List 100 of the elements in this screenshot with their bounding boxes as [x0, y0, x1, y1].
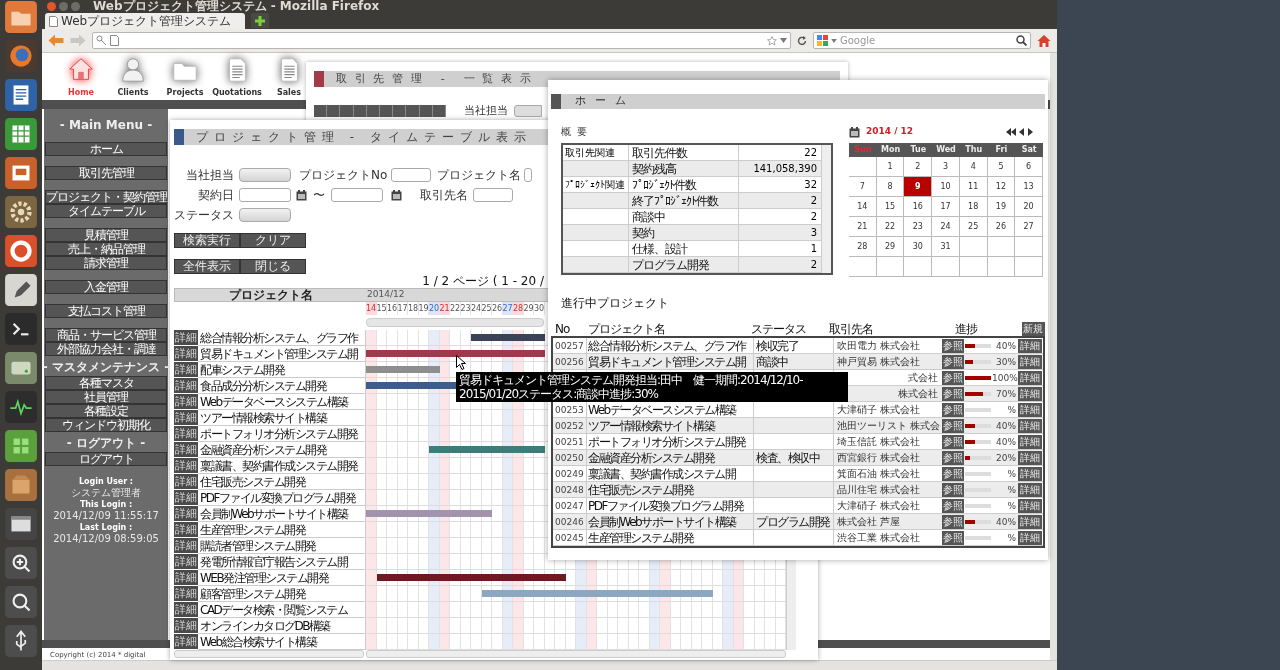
calendar-icon[interactable]: [296, 189, 307, 201]
action-button[interactable]: クリア: [240, 233, 306, 248]
box-icon[interactable]: [4, 468, 38, 502]
reference-button[interactable]: 参照: [942, 434, 964, 449]
detail-button[interactable]: 詳細: [1018, 434, 1042, 449]
browser-tab[interactable]: Webプロジェクト管理システム: [45, 13, 245, 29]
detail-button[interactable]: 詳細: [1018, 418, 1042, 433]
detail-button[interactable]: 詳細: [174, 522, 198, 537]
google-icon[interactable]: [817, 35, 828, 46]
detail-button[interactable]: 詳細: [174, 602, 198, 617]
scrollbar[interactable]: [366, 650, 786, 658]
calendar-day[interactable]: 26: [987, 217, 1016, 237]
home-icon[interactable]: [1037, 33, 1051, 48]
select-field[interactable]: [239, 168, 291, 182]
detail-button[interactable]: 詳細: [174, 426, 198, 441]
reference-button[interactable]: 参照: [942, 466, 964, 481]
menu-button[interactable]: ログアウト: [45, 452, 167, 466]
calendar-day[interactable]: 2: [904, 157, 933, 177]
gear-icon[interactable]: [4, 195, 38, 229]
dropdown-icon[interactable]: [780, 38, 787, 43]
input-field[interactable]: [391, 168, 432, 182]
calendar-day[interactable]: 12: [987, 177, 1016, 197]
menu-button[interactable]: 売上・納品管理: [45, 242, 167, 256]
calendar-day[interactable]: 15: [876, 197, 905, 217]
close-icon[interactable]: [47, 1, 56, 11]
calendar-day[interactable]: 31: [932, 237, 960, 257]
detail-button[interactable]: 詳細: [1018, 482, 1042, 497]
detail-button[interactable]: 詳細: [174, 330, 198, 345]
detail-button[interactable]: 詳細: [174, 618, 198, 633]
calendar-day[interactable]: 10: [932, 177, 960, 197]
action-button[interactable]: 検索実行: [174, 233, 240, 248]
reference-button[interactable]: 参照: [942, 338, 964, 353]
detail-button[interactable]: 詳細: [174, 538, 198, 553]
usb-icon[interactable]: [4, 624, 38, 658]
left-arrow-icon[interactable]: [1019, 128, 1024, 136]
menu-button[interactable]: 各種マスタ: [45, 376, 167, 390]
detail-button[interactable]: 詳細: [174, 474, 198, 489]
new-button[interactable]: 新規: [1021, 322, 1045, 336]
minimize-icon[interactable]: [59, 1, 68, 11]
document-icon[interactable]: [4, 78, 38, 112]
ring-icon[interactable]: [4, 234, 38, 268]
action-button[interactable]: 閉じる: [240, 259, 306, 274]
select-field[interactable]: [239, 208, 291, 222]
reference-button[interactable]: 参照: [942, 354, 964, 369]
detail-button[interactable]: 詳細: [174, 586, 198, 601]
scrollbar[interactable]: [1050, 53, 1057, 660]
reference-button[interactable]: 参照: [942, 498, 964, 513]
calendar-day[interactable]: 8: [876, 177, 905, 197]
pencil-icon[interactable]: [4, 273, 38, 307]
calendar-day[interactable]: 7: [849, 177, 877, 197]
detail-button[interactable]: 詳細: [174, 394, 198, 409]
menu-button[interactable]: 請求管理: [45, 256, 167, 270]
calendar-day[interactable]: 1: [876, 157, 905, 177]
detail-button[interactable]: 詳細: [174, 410, 198, 425]
calendar-day[interactable]: 25: [959, 217, 988, 237]
input-field[interactable]: [524, 168, 533, 182]
calendar-day[interactable]: 4: [959, 157, 988, 177]
calendar-day[interactable]: 19: [987, 197, 1016, 217]
search-icon[interactable]: [1016, 35, 1027, 46]
calendar-day[interactable]: 16: [904, 197, 933, 217]
reference-button[interactable]: 参照: [942, 386, 964, 401]
calendar-day[interactable]: 30: [904, 237, 933, 257]
terminal-icon[interactable]: [4, 312, 38, 346]
detail-button[interactable]: 詳細: [1018, 370, 1042, 385]
calendar-day[interactable]: 18: [959, 197, 988, 217]
menu-button[interactable]: ウィンドウ初期化: [45, 418, 167, 432]
detail-button[interactable]: 詳細: [174, 490, 198, 505]
puzzle-icon[interactable]: [4, 429, 38, 463]
detail-button[interactable]: 詳細: [174, 362, 198, 377]
input-field[interactable]: [239, 188, 291, 202]
calendar-day[interactable]: 6: [1015, 157, 1043, 177]
calendar-day[interactable]: 28: [849, 237, 877, 257]
reference-button[interactable]: 参照: [942, 530, 964, 545]
scrollbar[interactable]: [366, 318, 544, 327]
detail-button[interactable]: 詳細: [174, 570, 198, 585]
calendar-day[interactable]: 11: [959, 177, 988, 197]
spreadsheet-icon[interactable]: [4, 117, 38, 151]
calendar-day[interactable]: 17: [932, 197, 960, 217]
detail-button[interactable]: 詳細: [1018, 530, 1042, 545]
detail-button[interactable]: 詳細: [1018, 386, 1042, 401]
menu-button[interactable]: 支払コスト管理: [45, 304, 167, 318]
right-arrow-icon[interactable]: [1028, 128, 1033, 136]
pulse-icon[interactable]: [4, 390, 38, 424]
menu-button[interactable]: ホーム: [45, 142, 167, 156]
calendar-icon[interactable]: [391, 189, 402, 201]
reference-button[interactable]: 参照: [942, 370, 964, 385]
detail-button[interactable]: 詳細: [174, 346, 198, 361]
detail-button[interactable]: 詳細: [174, 442, 198, 457]
nav-button[interactable]: Projects: [166, 56, 204, 99]
detail-button[interactable]: 詳細: [1018, 354, 1042, 369]
search-field[interactable]: Google: [840, 33, 1013, 48]
detail-button[interactable]: 詳細: [174, 458, 198, 473]
calendar-day[interactable]: 9: [904, 177, 933, 197]
reference-button[interactable]: 参照: [942, 418, 964, 433]
scrollbar[interactable]: [42, 660, 1057, 670]
calendar-icon[interactable]: [849, 126, 860, 138]
detail-button[interactable]: 詳細: [174, 634, 198, 649]
detail-button[interactable]: 詳細: [1018, 498, 1042, 513]
maximize-icon[interactable]: [71, 1, 80, 11]
back-icon[interactable]: [48, 34, 64, 47]
